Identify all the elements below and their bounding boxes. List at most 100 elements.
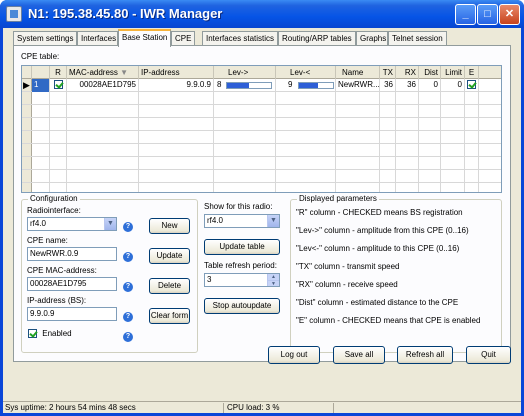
empty-cell [276,157,336,170]
cpe-mac-field[interactable]: 00028AE1D795 [27,277,117,291]
empty-row [22,118,501,131]
cell-e[interactable] [465,79,479,92]
update-button[interactable]: Update [149,248,190,264]
header-mac[interactable]: MAC-address ▼ [67,66,139,79]
tab-cpe[interactable]: CPE [171,31,195,46]
spin-down-icon[interactable]: ▼ [267,280,279,286]
tab-system-settings[interactable]: System settings [13,31,77,46]
radiointerface-select[interactable]: rf4.0 ▼ [27,217,117,231]
maximize-icon[interactable]: □ [477,4,498,25]
radiointerface-label: Radiointerface: [27,206,81,215]
tab-base-station[interactable]: Base Station [118,29,171,47]
empty-cell [441,157,465,170]
delete-button[interactable]: Delete [149,278,190,294]
cell-r[interactable] [50,79,67,92]
cell-dist[interactable]: 0 [419,79,441,92]
empty-cell [465,131,479,144]
header-tx[interactable]: TX [380,66,396,79]
title-bar[interactable]: N1: 195.38.45.80 - IWR Manager _ □ ✕ [0,0,524,28]
empty-cell [441,105,465,118]
help-icon[interactable]: ? [123,332,133,342]
tab-graphs[interactable]: Graphs [356,31,388,46]
header-limit[interactable]: Limit [441,66,465,79]
displayed-parameters-title: Displayed parameters [297,194,379,203]
empty-cell [276,118,336,131]
sort-arrow-icon: ▼ [120,68,129,77]
cell-lev-to[interactable]: 8 [214,79,276,92]
cell-name[interactable]: NewRWR.... [336,79,380,92]
row-selector-icon[interactable]: ▶ [22,79,32,91]
ip-field[interactable]: 9.9.0.9 [27,307,117,321]
header-lev-from[interactable]: Lev-< [276,66,336,79]
tab-routing-arp-tables[interactable]: Routing/ARP tables [278,31,356,46]
header-rx[interactable]: RX [396,66,419,79]
header-ip[interactable]: IP-address [139,66,214,79]
empty-row [22,105,501,118]
header-mac-label: MAC-address [69,68,118,77]
empty-cell [396,118,419,131]
empty-cell [419,131,441,144]
lev-to-value: 8 [217,80,222,89]
help-icon[interactable]: ? [123,282,133,292]
empty-cell [67,92,139,105]
clear-form-button[interactable]: Clear form [149,308,190,324]
new-button[interactable]: New [149,218,190,234]
chevron-down-icon[interactable]: ▼ [267,215,279,227]
refresh-period-stepper[interactable]: 3 ▲ ▼ [204,273,280,287]
row-indicator [22,157,32,169]
e-checkbox[interactable] [467,80,476,90]
header-dist[interactable]: Dist [419,66,441,79]
help-icon[interactable]: ? [123,312,133,322]
empty-cell [214,131,276,144]
empty-cell [67,105,139,118]
empty-cell [380,144,396,157]
tab-interfaces[interactable]: Interfaces [77,31,118,46]
cell-rx[interactable]: 36 [396,79,419,92]
quit-button[interactable]: Quit [466,346,511,364]
param-line: "Lev->" column - amplitude from this CPE… [296,226,469,235]
stop-autoupdate-button[interactable]: Stop autoupdate [204,298,280,314]
close-icon[interactable]: ✕ [499,4,520,25]
update-table-button[interactable]: Update table [204,239,280,255]
cell-ip[interactable]: 9.9.0.9 [139,79,214,92]
cpe-table[interactable]: R MAC-address ▼ IP-address Lev-> Lev-< N… [21,65,502,193]
empty-row [22,157,501,170]
help-icon[interactable]: ? [123,252,133,262]
status-divider [333,403,334,413]
row-indicator [22,105,32,117]
row-indicator [22,183,32,192]
show-select[interactable]: rf4.0 ▼ [204,214,280,228]
enabled-checkbox-row[interactable]: Enabled [28,329,72,339]
empty-cell [50,170,67,183]
cell-limit[interactable]: 0 [441,79,465,92]
enabled-checkbox[interactable] [28,329,37,339]
row-indicator [22,144,32,156]
empty-cell [67,183,139,192]
row-indicator [22,92,32,104]
empty-cell [465,144,479,157]
empty-cell [32,144,50,157]
tab-interfaces-statistics[interactable]: Interfaces statistics [202,31,278,46]
r-checkbox[interactable] [53,80,63,90]
help-icon[interactable]: ? [123,222,133,232]
tab-telnet-session[interactable]: Telnet session [388,31,447,46]
header-name[interactable]: Name [336,66,380,79]
displayed-parameters-group: Displayed parameters "R" column - CHECKE… [290,194,502,353]
refresh-all-button[interactable]: Refresh all [397,346,453,364]
header-r[interactable]: R [50,66,67,79]
cell-tx[interactable]: 36 [380,79,396,92]
table-row[interactable]: ▶ 1 00028AE1D795 9.9.0.9 8 9 NewRWR.... … [22,79,501,92]
header-e[interactable]: E [465,66,479,79]
save-all-button[interactable]: Save all [333,346,385,364]
log-out-button[interactable]: Log out [268,346,320,364]
base-station-panel: CPE table: R MAC-address ▼ IP-address Le… [13,45,511,362]
minimize-icon[interactable]: _ [455,4,476,25]
empty-cell [441,92,465,105]
cell-mac[interactable]: 00028AE1D795 [67,79,139,92]
empty-cell [139,183,214,192]
cell-id[interactable]: 1 [32,79,50,92]
header-lev-to[interactable]: Lev-> [214,66,276,79]
cpe-name-field[interactable]: NewRWR.0.9 [27,247,117,261]
chevron-down-icon[interactable]: ▼ [104,218,116,230]
cell-lev-from[interactable]: 9 [276,79,336,92]
